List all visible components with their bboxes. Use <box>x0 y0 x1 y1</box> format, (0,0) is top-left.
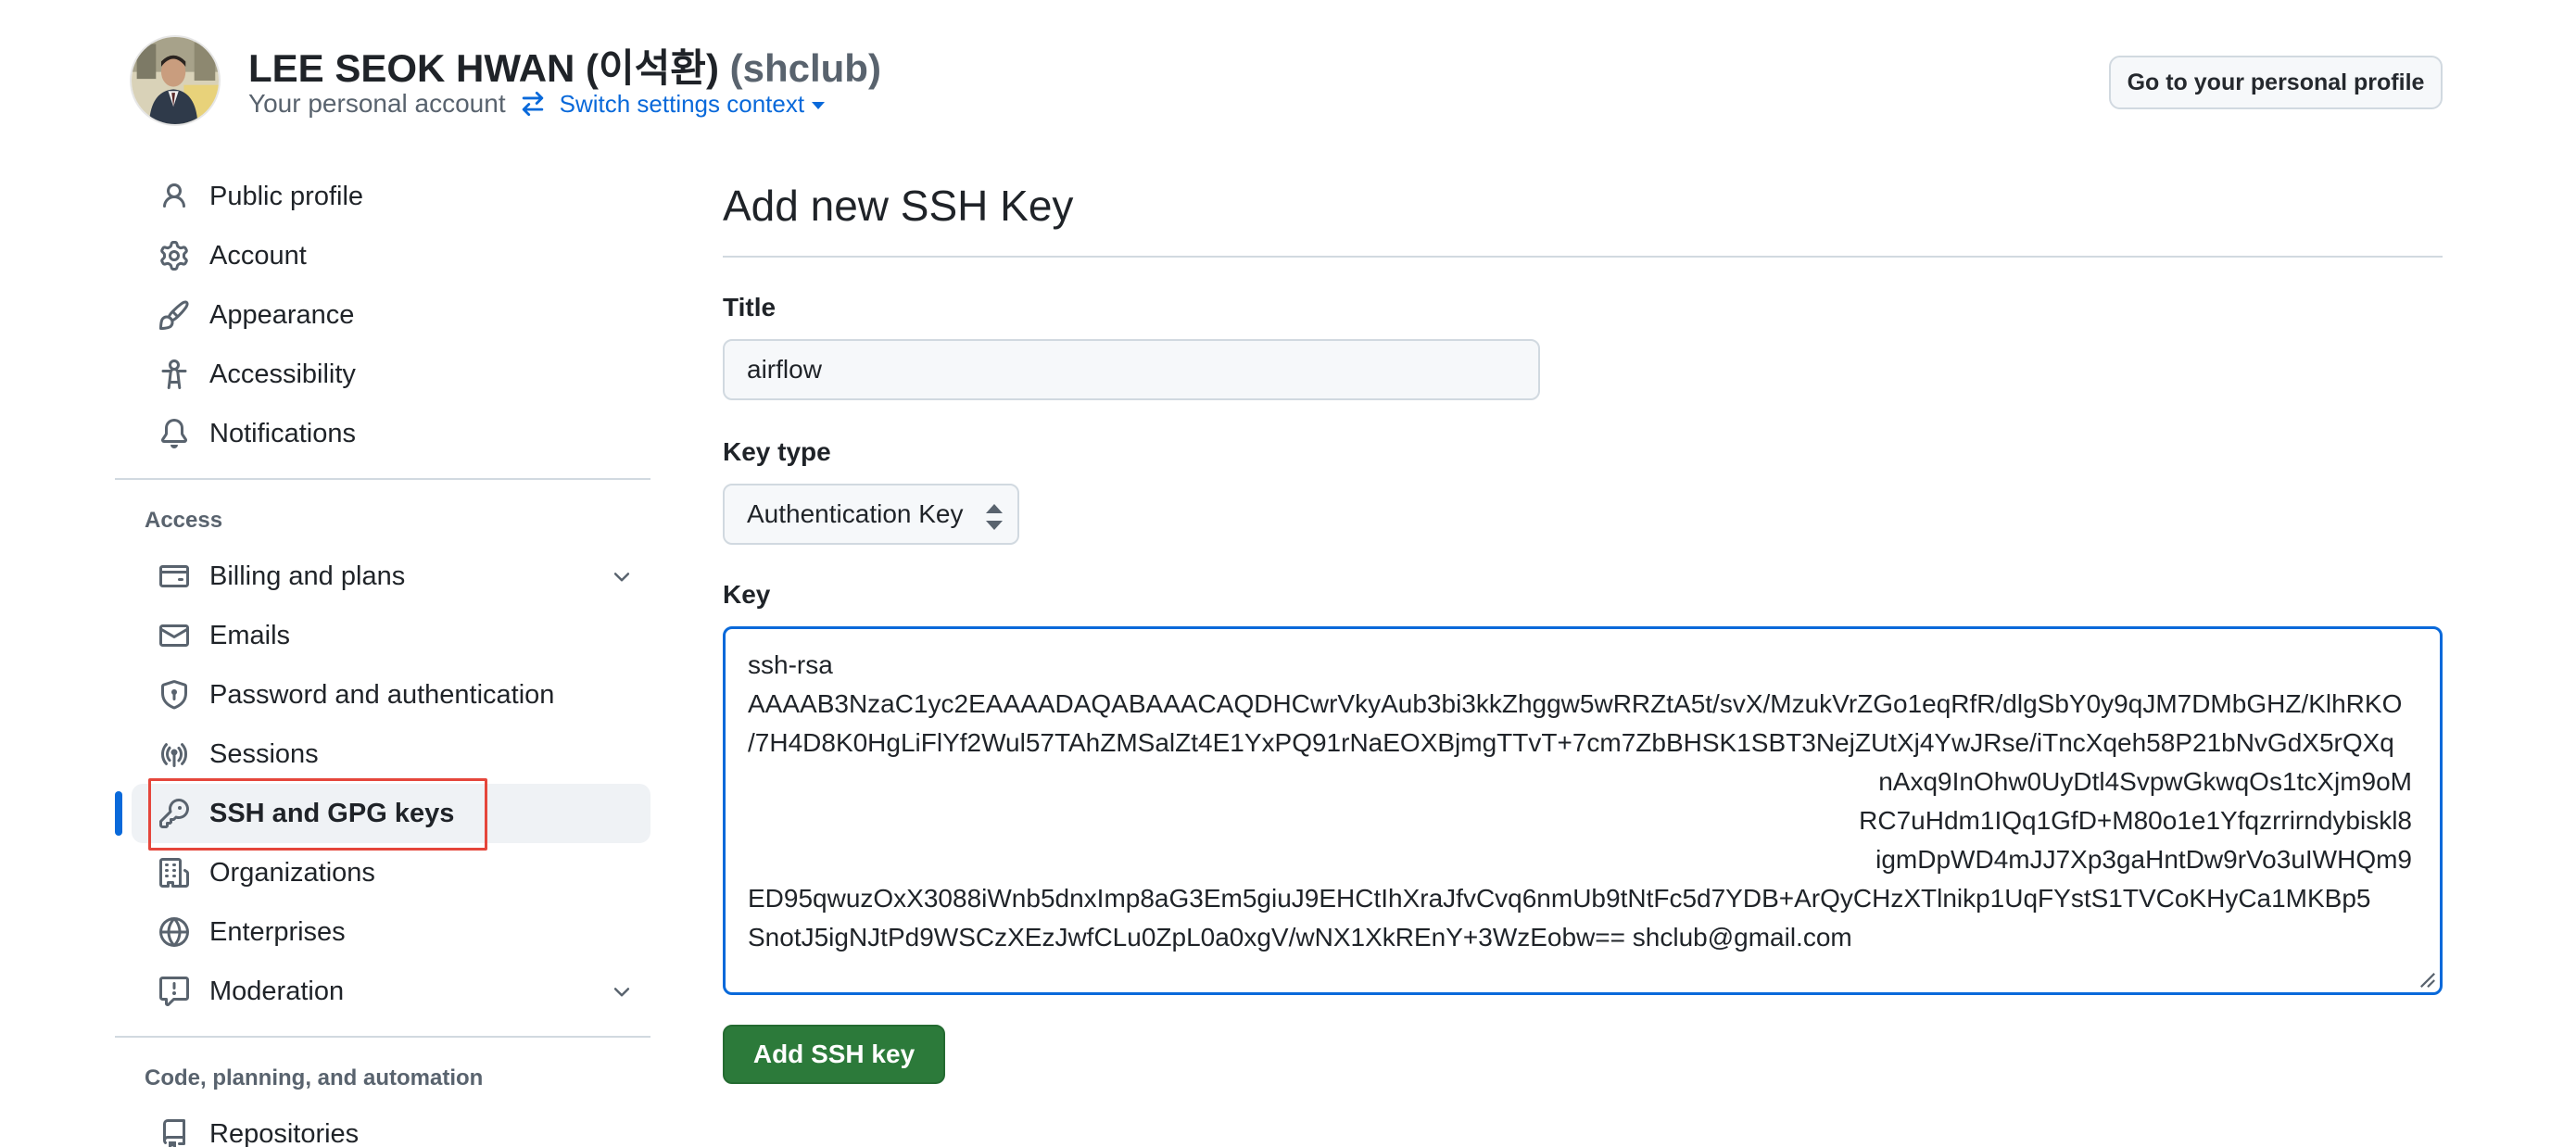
sidebar-item-label: Notifications <box>209 418 356 448</box>
key-type-select[interactable]: Authentication Key <box>723 484 1019 545</box>
sidebar-item-label: Moderation <box>209 976 345 1006</box>
key-label: Key <box>723 580 771 609</box>
sidebar-item-label: Billing and plans <box>209 561 406 591</box>
switch-settings-context-link[interactable]: Switch settings context <box>560 90 804 119</box>
sidebar-divider <box>115 478 650 480</box>
key-text-line: AAAAB3NzaC1yc2EAAAADAQABAAACAQDHCwrVkyAu… <box>748 689 2403 718</box>
sidebar-item-label: Appearance <box>209 299 355 330</box>
key-type-label: Key type <box>723 437 831 466</box>
page-title: Add new SSH Key <box>723 182 1074 230</box>
go-to-profile-button[interactable]: Go to your personal profile <box>2109 56 2443 109</box>
sidebar-item-label: Emails <box>209 620 291 650</box>
sidebar-item-notifications[interactable]: Notifications <box>132 404 650 463</box>
sidebar-item-label: Sessions <box>209 738 319 769</box>
sidebar-item-organizations[interactable]: Organizations <box>132 843 650 902</box>
sidebar-item-label: SSH and GPG keys <box>209 798 455 828</box>
sidebar-divider <box>115 1036 650 1038</box>
organization-icon <box>159 858 189 888</box>
account-type-label: Your personal account <box>248 89 506 118</box>
key-text-line: ssh-rsa <box>748 650 833 679</box>
title-label: Title <box>723 293 777 321</box>
settings-sidebar: Public profile Account Appearance Access… <box>115 167 650 1147</box>
key-type-selected: Authentication Key <box>747 499 964 528</box>
avatar-image <box>132 37 219 124</box>
resize-grip-icon[interactable] <box>2419 972 2436 989</box>
key-icon <box>159 799 189 828</box>
sidebar-item-accessibility[interactable]: Accessibility <box>132 345 650 404</box>
repo-icon <box>159 1119 189 1147</box>
broadcast-icon <box>159 739 189 769</box>
sidebar-item-label: Repositories <box>209 1118 360 1147</box>
key-textarea[interactable]: ssh-rsa AAAAB3NzaC1yc2EAAAADAQABAAACAQDH… <box>723 626 2443 995</box>
account-login: (shclub) <box>729 46 881 90</box>
sidebar-section-access: Access <box>145 508 223 533</box>
display-name: LEE SEOK HWAN (이석환) <box>248 46 719 90</box>
paintbrush-icon <box>159 300 189 330</box>
main-content: Add new SSH Key Title Key type Authentic… <box>723 167 2443 1084</box>
person-icon <box>159 182 189 211</box>
key-text-line: SnotJ5igNJtPd9WSCzXEzJwfCLu0ZpL0a0xgV/wN… <box>748 923 1852 952</box>
key-text-line: ED95qwuzOxX3088iWnb5dnxImp8aG3Em5giuJ9EH… <box>748 884 2371 913</box>
key-text-line: /7H4D8K0HgLiFlYf2Wul57TAhZMSalZt4E1YxPQ9… <box>748 728 2394 757</box>
avatar[interactable] <box>130 35 221 126</box>
globe-icon <box>159 917 189 947</box>
sidebar-item-moderation[interactable]: Moderation <box>132 962 650 1021</box>
sidebar-item-label: Account <box>209 240 307 271</box>
gear-icon <box>159 241 189 271</box>
account-context: Your personal account Switch settings co… <box>248 89 826 119</box>
chevron-down-icon[interactable] <box>610 565 634 589</box>
sidebar-item-enterprises[interactable]: Enterprises <box>132 902 650 962</box>
arrow-switch-icon[interactable] <box>519 90 547 118</box>
shield-lock-icon <box>159 680 189 710</box>
chevron-down-icon[interactable] <box>610 980 634 1004</box>
credit-card-icon <box>159 561 189 591</box>
report-icon <box>159 977 189 1006</box>
sidebar-item-appearance[interactable]: Appearance <box>132 285 650 345</box>
key-text-line: nAxq9InOhw0UyDtl4SvpwGkwqOs1tcXjm9oM <box>1878 767 2412 796</box>
account-name: LEE SEOK HWAN (이석환) (shclub) <box>248 37 881 94</box>
sidebar-item-billing[interactable]: Billing and plans <box>132 547 650 606</box>
sidebar-item-emails[interactable]: Emails <box>132 606 650 665</box>
sidebar-item-sessions[interactable]: Sessions <box>132 725 650 784</box>
sidebar-item-repositories[interactable]: Repositories <box>132 1104 650 1147</box>
active-indicator <box>115 791 122 836</box>
accessibility-icon <box>159 359 189 389</box>
bell-icon <box>159 419 189 448</box>
sidebar-item-account[interactable]: Account <box>132 226 650 285</box>
mail-icon <box>159 621 189 650</box>
title-divider <box>723 256 2443 258</box>
sidebar-item-public-profile[interactable]: Public profile <box>132 167 650 226</box>
sidebar-item-label: Accessibility <box>209 359 356 389</box>
sidebar-item-ssh-gpg-keys[interactable]: SSH and GPG keys <box>115 778 650 851</box>
sidebar-item-label: Public profile <box>209 181 364 211</box>
add-ssh-key-button[interactable]: Add SSH key <box>723 1025 945 1084</box>
sidebar-item-password-auth[interactable]: Password and authentication <box>132 665 650 725</box>
sidebar-item-label: Enterprises <box>209 916 346 947</box>
caret-down-icon <box>812 102 826 109</box>
sidebar-item-label: Organizations <box>209 857 375 888</box>
key-text-line: igmDpWD4mJJ7Xp3gaHntDw9rVo3uIWHQm9 <box>1875 845 2412 874</box>
title-input[interactable] <box>723 339 1540 400</box>
key-text-line: RC7uHdm1IQq1GfD+M80o1e1Yfqzrrirndybiskl8 <box>1859 806 2412 835</box>
select-arrows-icon <box>986 504 1003 530</box>
sidebar-section-code: Code, planning, and automation <box>145 1065 484 1090</box>
sidebar-item-label: Password and authentication <box>209 679 555 710</box>
